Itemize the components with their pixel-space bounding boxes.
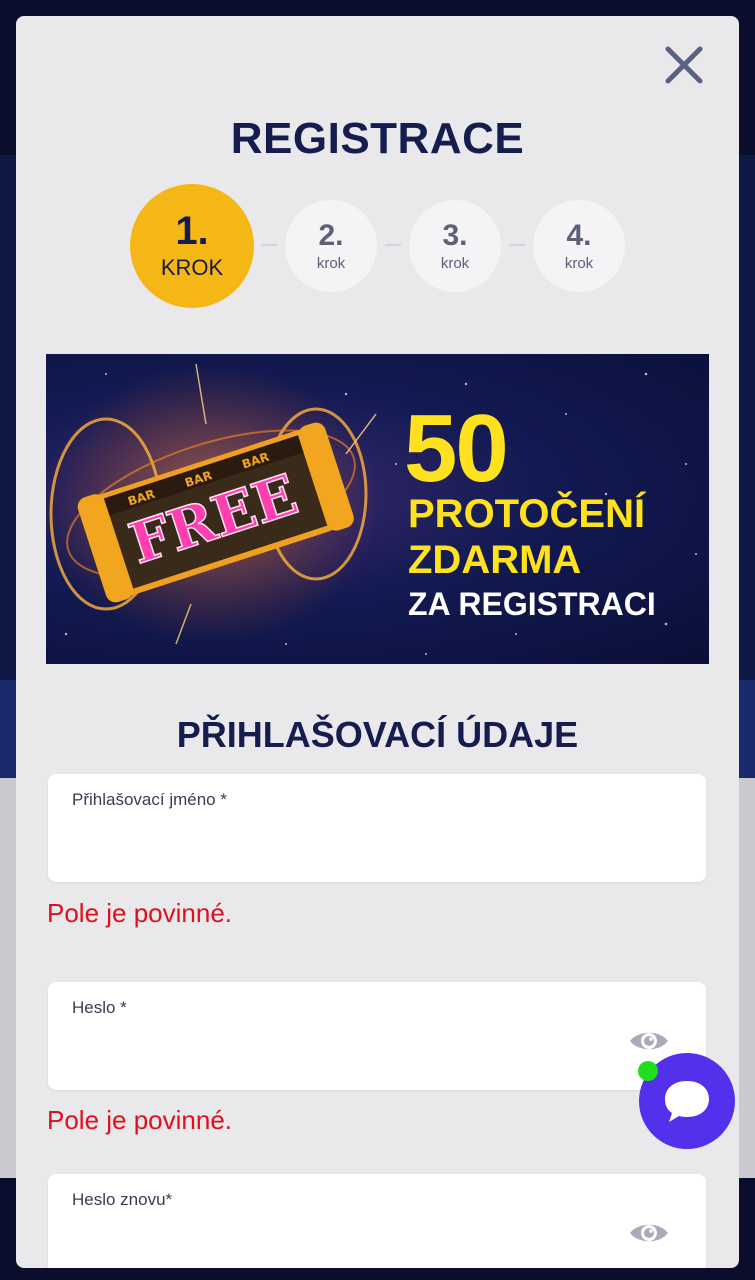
username-error: Pole je povinné.: [47, 898, 233, 928]
close-icon[interactable]: [662, 43, 706, 87]
step-4: 4. krok: [533, 200, 625, 292]
promo-line-2: ZDARMA: [408, 538, 582, 582]
online-status-dot: [638, 1061, 658, 1081]
step-indicator: 1. KROK 2. krok 3. krok 4. krok: [16, 184, 739, 308]
username-label: Přihlašovací jméno *: [72, 790, 227, 809]
password-repeat-label: Heslo znovu*: [72, 1190, 173, 1209]
step-2: 2. krok: [285, 200, 377, 292]
section-title: PŘIHLAŠOVACÍ ÚDAJE: [176, 714, 579, 755]
eye-icon[interactable]: [628, 1026, 670, 1056]
eye-icon[interactable]: [628, 1218, 670, 1248]
password-label: Heslo *: [72, 998, 127, 1017]
promo-amount: 50: [404, 395, 509, 502]
step-1: 1. KROK: [130, 184, 254, 308]
password-repeat-field[interactable]: Heslo znovu*: [48, 1174, 706, 1268]
promo-line-1: PROTOČENÍ: [408, 492, 646, 536]
step-3: 3. krok: [409, 200, 501, 292]
promo-line-3: ZA REGISTRACI: [408, 586, 656, 622]
promo-banner: BAR BAR BAR FREE 50 PROTOČENÍ ZDARMA ZA …: [46, 354, 709, 664]
password-error: Pole je povinné.: [47, 1105, 233, 1135]
registration-modal: REGISTRACE 1. KROK 2. krok 3. krok 4. kr…: [16, 16, 739, 1268]
modal-title: REGISTRACE: [230, 114, 525, 163]
username-field[interactable]: Přihlašovací jméno *: [48, 774, 706, 882]
password-field[interactable]: Heslo *: [48, 982, 706, 1090]
